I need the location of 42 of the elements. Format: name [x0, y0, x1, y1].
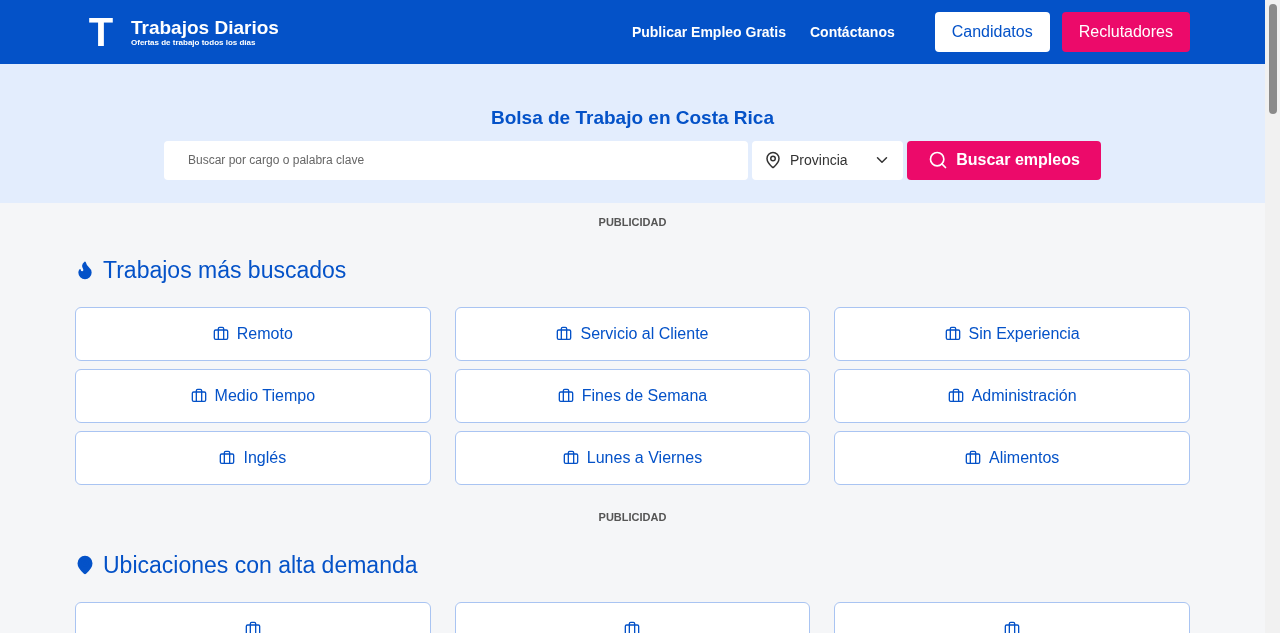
briefcase-icon	[212, 326, 229, 342]
briefcase-icon	[624, 621, 641, 633]
logo[interactable]: T Trabajos Diarios Ofertas de trabajo todos los días	[75, 12, 279, 52]
briefcase-icon	[965, 450, 982, 466]
section-title: Trabajos más buscados	[103, 255, 347, 285]
briefcase-icon	[556, 326, 573, 342]
category-card[interactable]: Inglés	[75, 431, 431, 485]
briefcase-icon	[1004, 621, 1021, 633]
pin-icon	[764, 151, 782, 169]
category-card[interactable]: Lunes a Viernes	[454, 431, 811, 485]
candidates-button[interactable]: Candidatos	[934, 12, 1050, 52]
scrollbar-thumb[interactable]	[1268, 4, 1277, 114]
nav-link[interactable]: Publicar Empleo Gratis	[631, 21, 786, 43]
ad-label: PUBLICIDAD	[597, 510, 668, 525]
search-field[interactable]: Buscar por cargo o palabra clave	[164, 140, 748, 180]
province-dropdown[interactable]: Provincia	[752, 140, 903, 180]
search-button[interactable]: Buscar empleos	[907, 140, 1101, 180]
category-card[interactable]: Remoto	[75, 307, 431, 361]
nav-link[interactable]: Contáctanos	[809, 21, 895, 43]
logo-mark: T	[87, 12, 115, 52]
briefcase-icon	[562, 450, 579, 466]
briefcase-icon	[244, 621, 261, 633]
logo-title: Trabajos Diarios	[131, 17, 279, 37]
briefcase-icon	[947, 388, 964, 404]
location-pin-icon	[75, 554, 95, 575]
briefcase-icon	[190, 388, 207, 404]
category-card[interactable]: Administración	[834, 369, 1190, 423]
briefcase-icon	[219, 450, 236, 466]
hero-title: Bolsa de Trabajo en Costa Rica	[491, 106, 774, 130]
briefcase-icon	[557, 388, 574, 404]
logo-tagline: Ofertas de trabajo todos los días	[131, 38, 257, 47]
category-card[interactable]: Medio Tiempo	[75, 369, 431, 423]
search-icon	[928, 150, 949, 170]
recruiters-button[interactable]: Reclutadores	[1061, 12, 1190, 52]
flame-icon	[75, 259, 95, 280]
category-card[interactable]: Fines de Semana	[454, 369, 811, 423]
category-card[interactable]: Servicio al Cliente	[454, 307, 811, 361]
briefcase-icon	[944, 326, 961, 342]
section-title: Ubicaciones con alta demanda	[103, 550, 418, 580]
category-card[interactable]: Alimentos	[834, 431, 1190, 485]
ad-label: PUBLICIDAD	[597, 215, 668, 230]
category-card[interactable]: Sin Experiencia	[834, 307, 1190, 361]
